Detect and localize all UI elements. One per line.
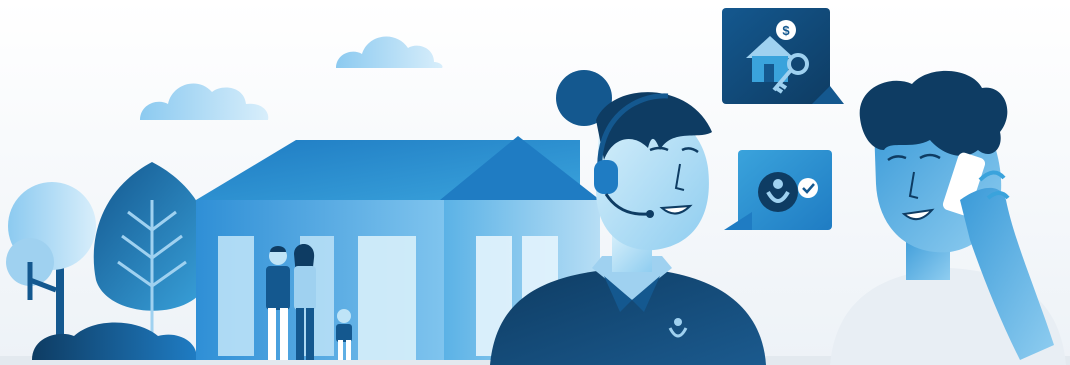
home-loan-card: $: [722, 8, 844, 104]
house-door: [358, 236, 416, 360]
banner-svg: $: [0, 0, 1070, 365]
house-window: [218, 236, 254, 356]
member-check-card: [724, 150, 832, 230]
dollar-symbol: $: [782, 23, 790, 38]
illustration-banner: $: [0, 0, 1070, 365]
